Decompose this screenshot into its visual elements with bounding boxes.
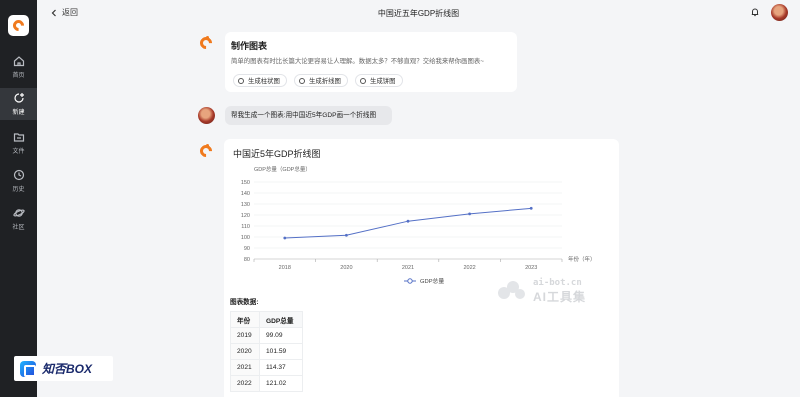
table-cell: 2022 xyxy=(230,375,260,392)
sidebar-item-label: 文件 xyxy=(12,149,25,155)
chip-label: 生成柱状图 xyxy=(248,78,280,85)
clock-icon xyxy=(13,169,24,181)
legend-swatch-marker xyxy=(407,278,413,284)
table-header-row: 年份 GDP总量 xyxy=(230,311,303,328)
x-axis-label: 年份（年） xyxy=(568,255,596,263)
line-chart-chip[interactable]: 生成折线图 xyxy=(294,74,348,87)
welcome-description: 简单的图表有时比长篇大论更容易让人理解。数据太多？不够直观？交给我来帮你画图表~ xyxy=(231,58,484,65)
sidebar-item-label: 新建 xyxy=(12,110,25,116)
app-logo[interactable] xyxy=(8,15,29,36)
brand-badge: 知否BOX xyxy=(14,356,113,381)
sidebar-item-label: 社区 xyxy=(12,225,25,231)
home-icon xyxy=(13,56,24,67)
chart-title: 中国近5年GDP折线图 xyxy=(233,149,321,159)
sidebar-item-history[interactable]: 历史 xyxy=(0,165,37,197)
pie-chart-chip[interactable]: 生成饼图 xyxy=(355,74,403,87)
y-axis-label: GDP总量（GDP总量） xyxy=(254,165,311,173)
new-chat-icon xyxy=(13,93,24,103)
watermark-name: AI工具集 xyxy=(533,290,587,304)
data-point xyxy=(406,219,410,223)
series-line xyxy=(284,207,532,239)
sidebar-item-files[interactable]: 文件 xyxy=(0,127,37,159)
folder-icon xyxy=(13,133,24,142)
data-point xyxy=(468,212,471,216)
table-cell: 2021 xyxy=(230,359,260,376)
y-tick-label: 150 xyxy=(241,180,250,186)
sidebar-item-label: 首页 xyxy=(12,73,25,79)
legend-label: GDP总量 xyxy=(420,277,444,285)
table-cell: 2020 xyxy=(230,343,260,360)
table-cell: 114.37 xyxy=(259,359,303,376)
y-tick-label: 120 xyxy=(241,213,250,219)
sidebar-item-label: 历史 xyxy=(12,187,25,193)
chart-card: 中国近5年GDP折线图 GDP总量（GDP总量） 80 90 100 110 120 130… xyxy=(224,139,619,397)
watermark-url: ai-bot.cn xyxy=(533,278,582,288)
table-row: 2021 114.37 xyxy=(230,359,303,376)
user-avatar[interactable] xyxy=(771,4,788,21)
top-bar: 返回 中国近五年GDP折线图 xyxy=(37,0,800,26)
watermark-logo-icon xyxy=(498,281,525,299)
sidebar: 首页 新建 文件 历史 社区 xyxy=(0,0,37,397)
y-tick-label: 140 xyxy=(241,191,250,197)
table-cell: 99.09 xyxy=(259,327,303,344)
sidebar-item-home[interactable]: 首页 xyxy=(0,51,37,83)
sidebar-item-new[interactable]: 新建 xyxy=(0,88,37,120)
table-row: 2022 121.02 xyxy=(230,375,303,392)
y-tick-label: 90 xyxy=(244,246,250,252)
chip-label: 生成饼图 xyxy=(370,78,396,85)
welcome-title: 制作图表 xyxy=(231,41,268,51)
line-chart: GDP总量（GDP总量） 80 90 100 110 120 130 140 150 2018 20… xyxy=(241,165,596,285)
brand-logo-icon xyxy=(20,360,36,377)
page-title: 中国近五年GDP折线图 xyxy=(377,9,460,18)
data-point xyxy=(283,236,287,240)
chip-label: 生成折线图 xyxy=(309,78,341,85)
table-header-gdp: GDP总量 xyxy=(259,311,303,328)
bar-chart-chip[interactable]: 生成柱状图 xyxy=(233,74,287,87)
planet-icon xyxy=(12,209,25,217)
y-tick-label: 130 xyxy=(241,202,250,208)
data-point xyxy=(345,233,348,237)
radio-icon xyxy=(360,77,366,84)
bell-icon[interactable] xyxy=(750,7,760,17)
x-tick-label: 2018 xyxy=(279,265,291,271)
welcome-card: 制作图表 简单的图表有时比长篇大论更容易让人理解。数据太多？不够直观？交给我来帮… xyxy=(225,32,517,92)
table-cell: 101.59 xyxy=(259,343,303,360)
x-tick-label: 2023 xyxy=(525,265,537,271)
table-row: 2020 101.59 xyxy=(230,343,303,360)
x-tick-label: 2022 xyxy=(463,265,475,271)
watermark: ai-bot.cn AI工具集 xyxy=(495,278,605,304)
radio-icon xyxy=(238,77,244,84)
sidebar-item-community[interactable]: 社区 xyxy=(0,203,37,235)
y-tick-label: 80 xyxy=(244,257,250,263)
brand-text: 知否BOX xyxy=(42,362,93,376)
y-tick-label: 100 xyxy=(241,235,250,241)
x-tick-label: 2021 xyxy=(402,265,414,271)
user-message-avatar xyxy=(198,107,215,124)
y-tick-label: 110 xyxy=(241,224,250,230)
user-message: 帮我生成一个图表:用中国近5年GDP画一个折线图 xyxy=(225,106,392,125)
data-table-title: 图表数据: xyxy=(230,299,259,306)
table-cell: 121.02 xyxy=(259,375,303,392)
table-cell: 2019 xyxy=(230,327,260,344)
data-point xyxy=(529,206,533,210)
radio-icon xyxy=(299,77,305,84)
table-header-year: 年份 xyxy=(230,311,260,328)
x-tick-label: 2020 xyxy=(340,265,352,271)
data-table: 年份 GDP总量 2019 99.09 2020 101.59 2021 114… xyxy=(230,311,303,392)
table-row: 2019 99.09 xyxy=(230,327,303,344)
